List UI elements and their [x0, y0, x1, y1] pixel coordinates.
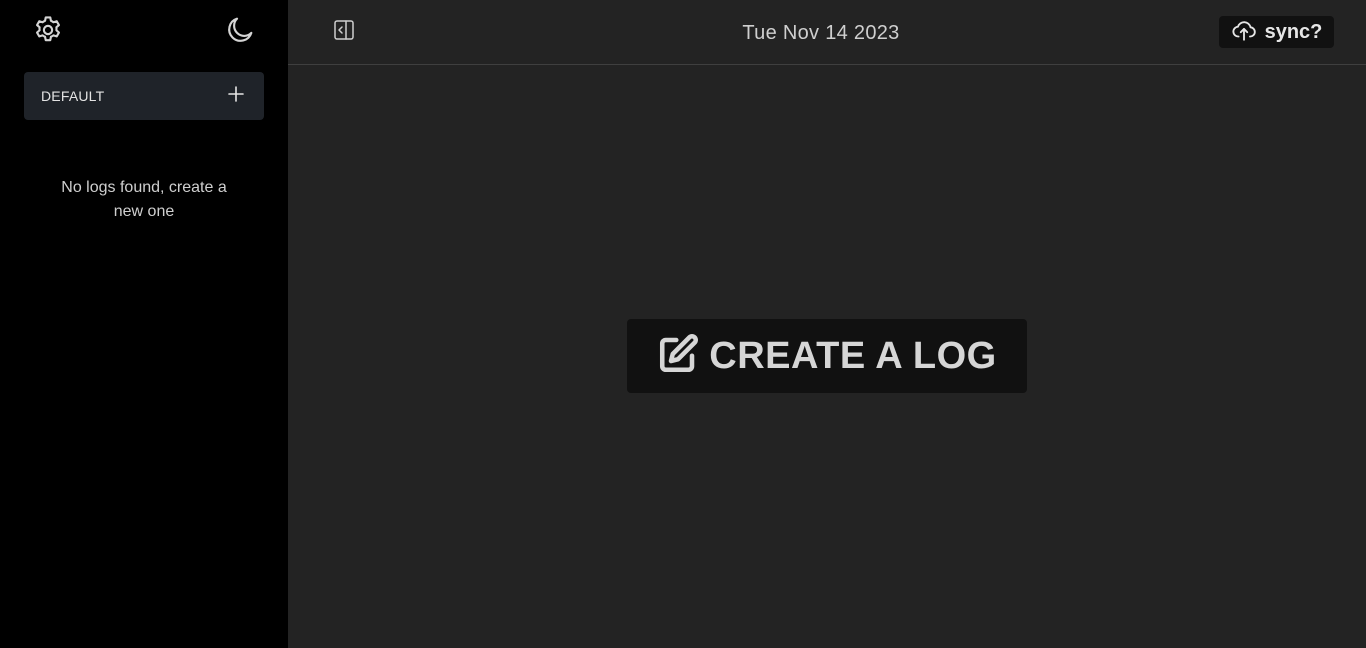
- log-group-default[interactable]: DEFAULT: [24, 72, 264, 120]
- create-log-button[interactable]: CREATE A LOG: [627, 319, 1027, 393]
- current-date: Tue Nov 14 2023: [742, 22, 900, 44]
- settings-button[interactable]: [30, 14, 66, 50]
- sync-label: sync?: [1264, 20, 1323, 43]
- top-bar: Tue Nov 14 2023 sync?: [288, 0, 1366, 65]
- sidebar: DEFAULT No logs found, create a new one: [0, 0, 288, 648]
- add-log-button[interactable]: [225, 85, 247, 107]
- edit-icon: [657, 333, 699, 380]
- main-panel: Tue Nov 14 2023 sync? CREATE A LOG: [288, 0, 1366, 648]
- create-log-label: CREATE A LOG: [709, 334, 997, 377]
- log-group-label: DEFAULT: [41, 88, 105, 104]
- theme-toggle-button[interactable]: [222, 14, 258, 50]
- empty-logs-message: No logs found, create a new one: [61, 179, 227, 220]
- gear-icon: [32, 14, 64, 51]
- cloud-upload-icon: [1231, 17, 1257, 48]
- sync-button[interactable]: sync?: [1219, 16, 1334, 48]
- plus-icon: [227, 85, 245, 108]
- app-root: DEFAULT No logs found, create a new one: [0, 0, 1366, 648]
- moon-icon: [224, 14, 256, 51]
